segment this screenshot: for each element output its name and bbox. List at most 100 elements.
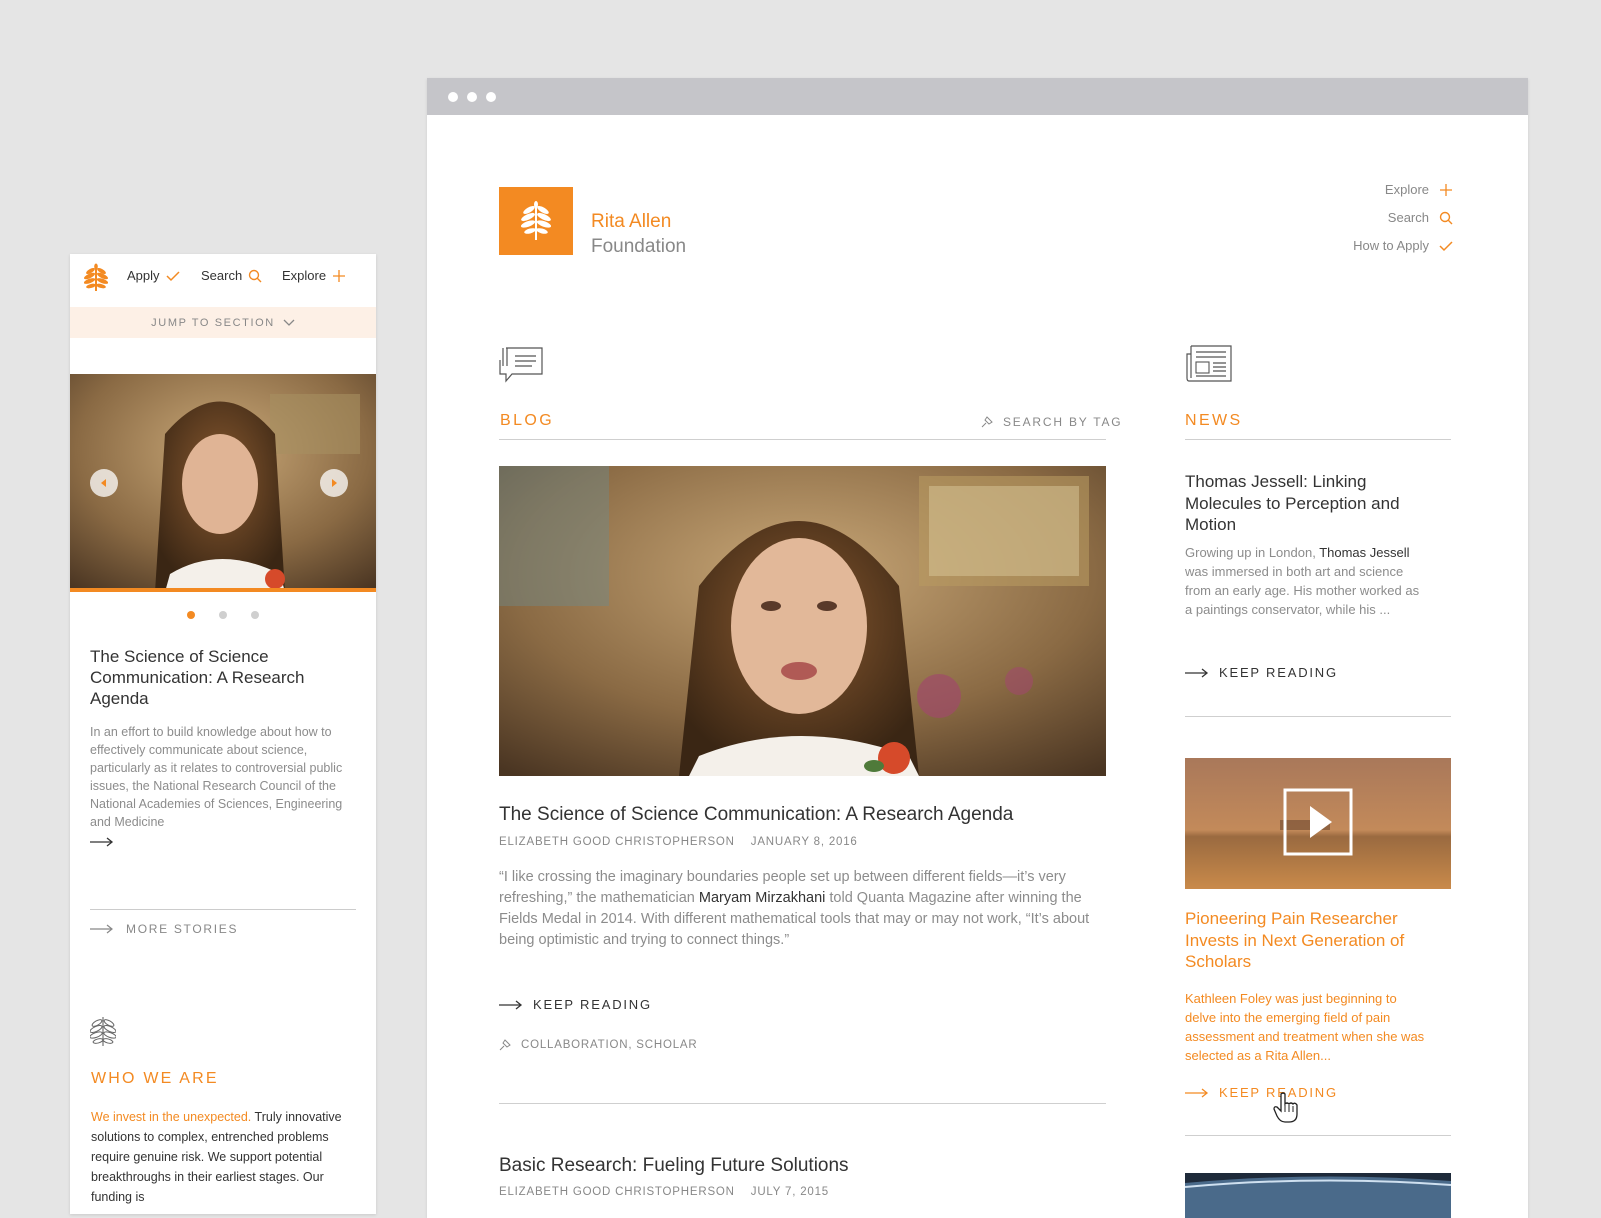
check-icon xyxy=(166,270,180,281)
chevron-down-icon xyxy=(283,319,295,326)
newspaper-icon xyxy=(1185,344,1233,389)
pin-icon xyxy=(499,1039,511,1051)
news-1-person-link[interactable]: Thomas Jessell xyxy=(1319,545,1409,560)
arrow-left-icon xyxy=(101,479,106,487)
news-heading: NEWS xyxy=(1185,412,1243,429)
news-item-2-excerpt: Kathleen Foley was just beginning to del… xyxy=(1185,991,1425,1063)
blog-post-tags[interactable]: COLLABORATION, SCHOLAR xyxy=(499,1039,698,1051)
post-divider xyxy=(499,1103,1106,1104)
quote-person-link[interactable]: Maryam Mirzakhani xyxy=(699,890,826,906)
search-by-tag-label: SEARCH BY TAG xyxy=(1003,415,1123,429)
mobile-story-title[interactable]: The Science of Science Communication: A … xyxy=(90,646,358,709)
logo-leaf-icon[interactable] xyxy=(83,263,109,298)
who-we-are-body: Truly innovative solutions to complex, e… xyxy=(91,1110,342,1204)
more-stories-label: MORE STORIES xyxy=(126,922,239,936)
blog-post-date: JANUARY 8, 2016 xyxy=(750,836,858,848)
mobile-apply-label: Apply xyxy=(127,268,160,283)
news-2-keep-reading-link[interactable]: KEEP READING xyxy=(1185,1085,1338,1100)
plus-icon xyxy=(1440,183,1452,196)
hero-photo xyxy=(499,466,1106,776)
arrow-right-icon xyxy=(1185,1087,1209,1098)
window-dot xyxy=(448,92,458,102)
mobile-story-excerpt: In an effort to build knowledge about ho… xyxy=(90,725,343,829)
news-1-keep-reading-link[interactable]: KEEP READING xyxy=(1185,665,1338,680)
arrow-right-icon xyxy=(1185,667,1209,678)
window-dot xyxy=(467,92,477,102)
foundation-logo[interactable] xyxy=(499,187,573,255)
mobile-nav-bar: Apply Search Explore xyxy=(70,254,376,307)
search-icon xyxy=(1439,211,1453,224)
who-we-are-text: We invest in the unexpected. Truly innov… xyxy=(91,1107,363,1207)
check-icon xyxy=(1439,240,1453,251)
window-dot xyxy=(486,92,496,102)
news-item-1-excerpt: Growing up in London, Thomas Jessell was… xyxy=(1185,543,1429,619)
more-stories-link[interactable]: MORE STORIES xyxy=(90,909,356,936)
blog-post-title[interactable]: The Science of Science Communication: A … xyxy=(499,804,1013,826)
news-item-3-thumbnail[interactable] xyxy=(1185,1173,1451,1218)
news-1-part2: was immersed in both art and science fro… xyxy=(1185,564,1420,617)
slider-progress-bar xyxy=(70,588,376,592)
mobile-apply-link[interactable]: Apply xyxy=(127,268,180,283)
news-item-1-title[interactable]: Thomas Jessell: Linking Molecules to Per… xyxy=(1185,471,1425,536)
who-we-are-heading: WHO WE ARE xyxy=(91,1070,219,1087)
search-by-tag-button[interactable]: SEARCH BY TAG xyxy=(981,415,1122,429)
hand-cursor-icon xyxy=(1273,1092,1299,1129)
slider-next-button[interactable] xyxy=(320,469,348,497)
blog-heading: BLOG xyxy=(500,412,555,429)
video-still xyxy=(1185,758,1451,889)
mobile-explore-link[interactable]: Explore xyxy=(282,268,346,283)
news-item-2-title[interactable]: Pioneering Pain Researcher Invests in Ne… xyxy=(1185,908,1435,973)
mobile-search-link[interactable]: Search xyxy=(201,268,262,283)
news-divider xyxy=(1185,439,1451,440)
mobile-read-more-arrow-icon[interactable] xyxy=(90,834,114,852)
nav-search-label: Search xyxy=(1387,210,1429,225)
keep-reading-label: KEEP READING xyxy=(1219,665,1338,680)
blog-post-title-2[interactable]: Basic Research: Fueling Future Solutions xyxy=(499,1155,849,1177)
mobile-mockup: Apply Search Explore JUMP TO SECTION The… xyxy=(70,254,376,1214)
nav-how-to-apply-label: How to Apply xyxy=(1353,238,1429,253)
who-we-are-highlight: We invest in the unexpected. xyxy=(91,1110,252,1124)
slider-prev-button[interactable] xyxy=(90,469,118,497)
news-divider-3 xyxy=(1185,1135,1451,1136)
blog-post-date-2: JULY 7, 2015 xyxy=(750,1186,830,1198)
blog-post-author[interactable]: ELIZABETH GOOD CHRISTOPHERSON xyxy=(499,836,735,848)
nav-how-to-apply[interactable]: How to Apply xyxy=(1353,238,1453,253)
leaf-logo-icon xyxy=(521,201,551,240)
keep-reading-label: KEEP READING xyxy=(533,997,652,1012)
blog-post-meta-2: ELIZABETH GOOD CHRISTOPHERSON JULY 7, 20… xyxy=(499,1186,829,1198)
arrow-right-icon xyxy=(90,924,113,934)
mobile-search-label: Search xyxy=(201,268,243,283)
plus-icon xyxy=(333,269,346,282)
blog-hero-image[interactable] xyxy=(499,466,1106,776)
nav-explore-label: Explore xyxy=(1384,182,1429,197)
arrow-right-icon xyxy=(332,479,337,487)
brand-name-line1: Rita Allen xyxy=(591,211,672,232)
mobile-explore-label: Explore xyxy=(282,268,327,283)
nav-explore[interactable]: Explore xyxy=(1385,182,1453,197)
slider-pagination xyxy=(70,611,376,619)
browser-chrome xyxy=(427,78,1528,115)
news-divider-2 xyxy=(1185,716,1451,717)
blog-post-meta: ELIZABETH GOOD CHRISTOPHERSON JANUARY 8,… xyxy=(499,836,858,848)
tags-label: COLLABORATION, SCHOLAR xyxy=(521,1039,698,1051)
blog-divider xyxy=(499,439,1106,440)
slider-dot-3[interactable] xyxy=(251,611,259,619)
jump-to-section-label: JUMP TO SECTION xyxy=(151,316,275,329)
blog-icon xyxy=(498,346,544,389)
news-video-thumbnail[interactable] xyxy=(1185,758,1451,889)
blog-keep-reading-link[interactable]: KEEP READING xyxy=(499,997,652,1012)
slider-dot-1[interactable] xyxy=(187,611,195,619)
jump-to-section-dropdown[interactable]: JUMP TO SECTION xyxy=(70,307,376,338)
brand-name-line2: Foundation xyxy=(591,236,687,257)
nav-search[interactable]: Search xyxy=(1388,210,1453,225)
desktop-browser-mockup: Rita Allen Foundation Explore Search How… xyxy=(427,78,1528,1218)
mobile-hero-slider[interactable] xyxy=(70,374,376,592)
leaf-outline-icon xyxy=(89,1014,117,1053)
earth-image xyxy=(1185,1176,1451,1218)
blog-post-excerpt: “I like crossing the imaginary boundarie… xyxy=(499,867,1109,951)
search-icon xyxy=(249,269,262,282)
pin-icon xyxy=(981,416,993,428)
arrow-right-icon xyxy=(499,999,523,1010)
slider-dot-2[interactable] xyxy=(219,611,227,619)
blog-post-author-2[interactable]: ELIZABETH GOOD CHRISTOPHERSON xyxy=(499,1186,735,1198)
